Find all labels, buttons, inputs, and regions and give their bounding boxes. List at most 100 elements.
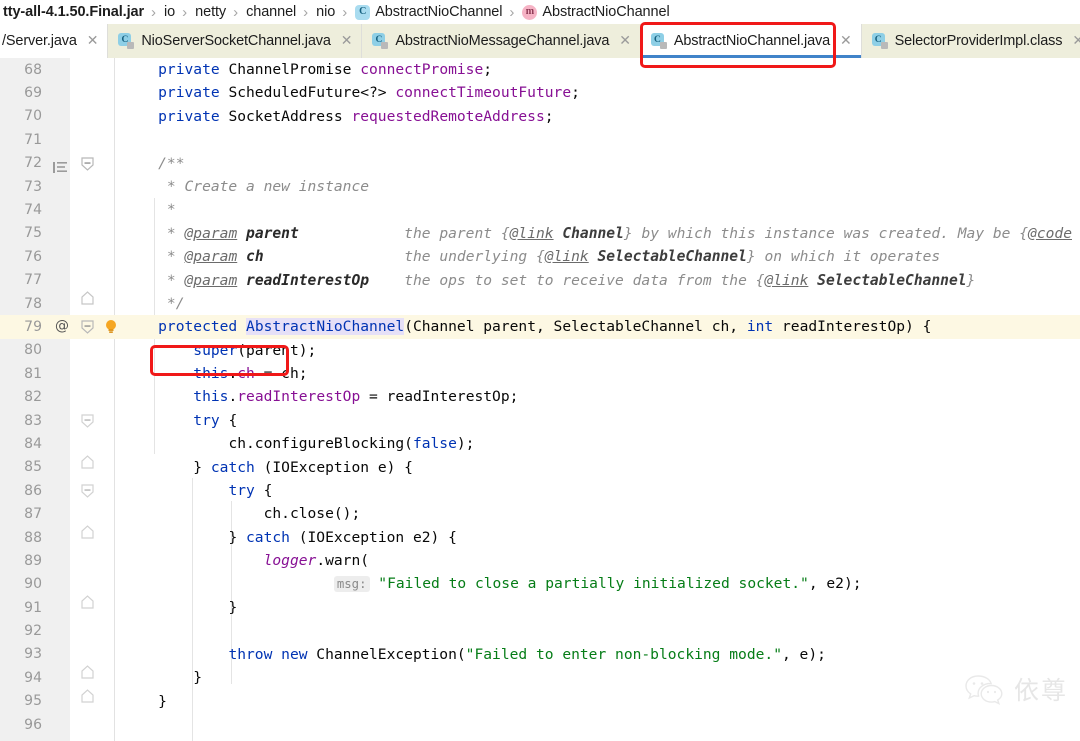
gutter-marker-slot[interactable] [49,432,77,455]
gutter-marker-slot[interactable] [49,479,77,502]
fold-collapse-icon[interactable] [81,156,94,171]
intention-slot[interactable] [103,456,121,479]
code-line[interactable]: 91 } [0,595,1080,619]
breadcrumb-item-class[interactable]: C AbstractNioChannel [354,4,503,20]
fold-slot[interactable] [77,385,103,408]
fold-slot[interactable] [77,502,103,525]
gutter-marker-slot[interactable] [49,643,77,666]
gutter-marker-slot[interactable]: @ [49,315,77,338]
intention-slot[interactable] [103,526,121,549]
code-line[interactable]: 80 super(parent); [0,339,1080,362]
gutter-marker-slot[interactable] [49,222,77,245]
gutter-marker-slot[interactable] [49,58,77,81]
gutter-marker-slot[interactable] [49,502,77,525]
code-line[interactable]: 68 private ChannelPromise connectPromise… [0,58,1080,81]
intention-slot[interactable] [103,619,121,642]
intention-slot[interactable] [103,713,121,736]
intention-slot[interactable] [103,643,121,666]
intention-slot[interactable] [103,81,121,104]
fold-slot[interactable] [77,713,103,736]
fold-slot[interactable] [77,105,103,128]
code-line[interactable]: 88 } catch (IOException e2) { [0,525,1080,549]
fold-slot[interactable] [77,128,103,151]
code-editor[interactable]: 68 private ChannelPromise connectPromise… [0,58,1080,741]
fold-collapse-icon[interactable] [81,320,94,335]
gutter-marker-slot[interactable] [49,385,77,408]
fold-end-icon[interactable] [81,454,94,469]
gutter-marker-slot[interactable] [49,152,77,175]
intention-slot[interactable] [103,292,121,315]
intention-slot[interactable] [103,666,121,689]
breadcrumb-item-channel[interactable]: channel [245,4,297,20]
code-line[interactable]: 71 [0,128,1080,151]
fold-slot[interactable] [77,432,103,455]
code-line[interactable]: 93 throw new ChannelException("Failed to… [0,643,1080,666]
breadcrumb-item-method[interactable]: m AbstractNioChannel [521,4,670,20]
code-line[interactable]: 81 this.ch = ch; [0,362,1080,385]
code-line[interactable]: 87 ch.close(); [0,502,1080,525]
override-marker-icon[interactable]: @ [55,318,69,334]
intention-slot[interactable] [103,222,121,245]
code-line[interactable]: 69 private ScheduledFuture<?> connectTim… [0,81,1080,104]
fold-slot[interactable] [77,665,103,689]
fold-slot[interactable] [77,198,103,221]
intention-slot[interactable] [103,432,121,455]
fold-slot[interactable] [77,525,103,549]
fold-slot[interactable] [77,409,103,432]
code-line[interactable]: 95 } [0,688,1080,713]
code-line[interactable]: 84 ch.configureBlocking(false); [0,432,1080,455]
gutter-marker-slot[interactable] [49,362,77,385]
gutter-marker-slot[interactable] [49,690,77,713]
fold-slot[interactable] [77,152,103,175]
fold-end-icon[interactable] [81,688,94,703]
code-line[interactable]: 89 logger.warn( [0,549,1080,572]
fold-slot[interactable] [77,339,103,362]
structure-lines-icon[interactable] [53,158,67,173]
intention-slot[interactable] [103,596,121,619]
code-line[interactable]: 70 private SocketAddress requestedRemote… [0,105,1080,128]
intention-slot[interactable] [103,409,121,432]
intention-slot[interactable] [103,690,121,713]
gutter-marker-slot[interactable] [49,666,77,689]
close-icon[interactable]: ✕ [619,34,631,48]
fold-slot[interactable] [77,454,103,479]
gutter-marker-slot[interactable] [49,175,77,198]
intention-slot[interactable] [103,339,121,362]
fold-slot[interactable] [77,269,103,292]
close-icon[interactable]: ✕ [840,34,852,48]
tab-server-java[interactable]: /Server.java ✕ [0,24,109,58]
fold-slot[interactable] [77,688,103,713]
intention-slot[interactable] [103,479,121,502]
gutter-marker-slot[interactable] [49,339,77,362]
intention-slot[interactable] [103,152,121,175]
fold-slot[interactable] [77,222,103,245]
code-line[interactable]: 79 @ protected AbstractNioChannel(Channe… [0,315,1080,339]
breadcrumb-item-netty[interactable]: netty [194,4,227,20]
intention-slot[interactable] [103,105,121,128]
code-line[interactable]: 92 [0,619,1080,642]
gutter-marker-slot[interactable] [49,105,77,128]
fold-slot[interactable] [77,549,103,572]
gutter-marker-slot[interactable] [49,573,77,596]
gutter-marker-slot[interactable] [49,456,77,479]
fold-slot[interactable] [77,81,103,104]
gutter-marker-slot[interactable] [49,128,77,151]
fold-slot[interactable] [77,245,103,268]
tab-selectorproviderimpl-class[interactable]: C SelectorProviderImpl.class ✕ [861,24,1080,58]
code-line[interactable]: 77 * @param readInterestOp the ops to se… [0,269,1080,292]
fold-end-icon[interactable] [81,525,94,539]
gutter-marker-slot[interactable] [49,269,77,292]
fold-slot[interactable] [77,619,103,642]
gutter-marker-slot[interactable] [49,619,77,642]
breadcrumb-item-io[interactable]: io [163,4,176,20]
gutter-marker-slot[interactable] [49,198,77,221]
code-line[interactable]: 76 * @param ch the underlying {@link Sel… [0,245,1080,268]
fold-end-icon[interactable] [81,595,94,609]
fold-end-icon[interactable] [81,665,94,679]
gutter-marker-slot[interactable] [49,596,77,619]
intention-slot[interactable] [103,198,121,221]
code-line[interactable]: 78 */ [0,291,1080,315]
intention-slot[interactable] [103,362,121,385]
code-line[interactable]: 72 /** [0,152,1080,175]
tab-abstractniochannel-java[interactable]: C AbstractNioChannel.java ✕ [640,24,862,58]
